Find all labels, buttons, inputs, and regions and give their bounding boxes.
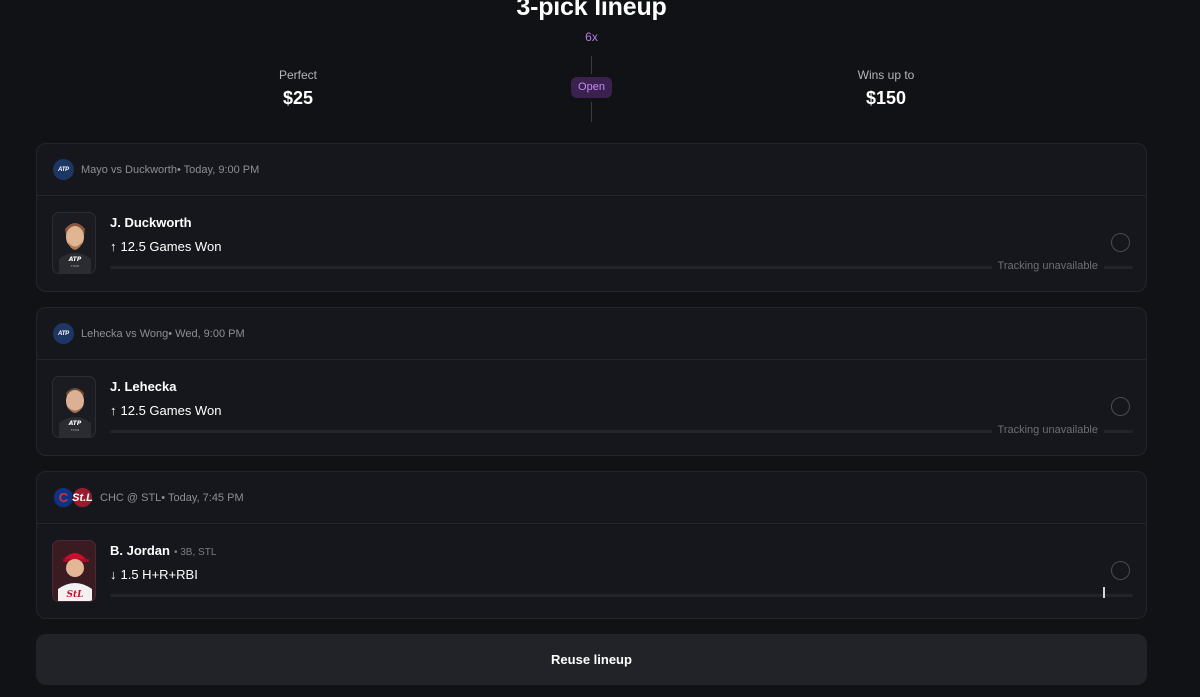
divider-bottom [591, 102, 592, 122]
atp-logo-icon: ATP [53, 323, 74, 344]
avatar: ATP TOUR [52, 212, 96, 274]
pick-line: ↓ 1.5 H+R+RBI [110, 567, 198, 582]
lineup-header: 3-pick lineup 6x Open Perfect $25 Wins u… [0, 0, 1200, 130]
svg-text:ATP: ATP [68, 420, 82, 427]
pick-line: ↑ 12.5 Games Won [110, 403, 221, 418]
pick-radio[interactable] [1111, 233, 1130, 252]
pick-radio[interactable] [1111, 397, 1130, 416]
player-name-text: B. Jordan [110, 543, 170, 558]
cardinals-logo-icon: St.L [72, 487, 93, 508]
perfect-value: $25 [282, 88, 314, 108]
match-info: CHC @ STL• Today, 7:45 PM [100, 491, 244, 504]
arrow-up-icon: ↑ [110, 239, 117, 254]
player-name-text: J. Duckworth [110, 215, 192, 230]
pick-card[interactable]: C St.L CHC @ STL• Today, 7:45 PM StL B. … [36, 471, 1147, 619]
player-position-team: • 3B, STL [173, 547, 217, 558]
cubs-logo-icon: C [53, 487, 74, 508]
player-name: B. Jordan • 3B, STL [110, 543, 216, 558]
progress-marker [1103, 587, 1105, 598]
stat-line: 12.5 Games Won [120, 403, 222, 418]
reuse-lineup-button[interactable]: Reuse lineup [36, 634, 1147, 685]
divider-top [591, 56, 592, 74]
match-header: ATP Mayo vs Duckworth• Today, 9:00 PM [37, 144, 1146, 196]
wins-value: $150 [865, 88, 907, 108]
match-header: ATP Lehecka vs Wong• Wed, 9:00 PM [37, 308, 1146, 360]
svg-text:ATP: ATP [68, 256, 82, 263]
atp-logo-icon: ATP [53, 159, 74, 180]
pick-line: ↑ 12.5 Games Won [110, 239, 221, 254]
arrow-down-icon: ↓ [110, 567, 117, 582]
player-photo-icon: ATP TOUR [59, 388, 91, 437]
player-name-text: J. Lehecka [110, 379, 177, 394]
player-name: J. Lehecka [110, 379, 177, 394]
pick-radio[interactable] [1111, 561, 1130, 580]
tracking-status: Tracking unavailable [991, 424, 1104, 436]
wins-label: Wins up to [857, 68, 915, 82]
avatar: StL [52, 540, 96, 602]
progress-track [110, 266, 1133, 269]
pick-body: ATP TOUR J. Duckworth ↑ 12.5 Games Won Tr… [37, 196, 1146, 291]
svg-text:TOUR: TOUR [70, 428, 79, 432]
player-name: J. Duckworth [110, 215, 192, 230]
pick-card[interactable]: ATP Lehecka vs Wong• Wed, 9:00 PM ATP TO… [36, 307, 1147, 456]
page-title: 3-pick lineup [516, 0, 667, 21]
stat-line: 1.5 H+R+RBI [120, 567, 198, 582]
pick-body: ATP TOUR J. Lehecka ↑ 12.5 Games Won Trac… [37, 360, 1146, 455]
player-photo-icon: StL [58, 553, 92, 601]
pick-card[interactable]: ATP Mayo vs Duckworth• Today, 9:00 PM AT… [36, 143, 1147, 292]
team-logos: C St.L [53, 487, 93, 508]
pick-body: StL B. Jordan • 3B, STL ↓ 1.5 H+R+RBI [37, 524, 1146, 619]
tracking-status: Tracking unavailable [991, 260, 1104, 272]
avatar: ATP TOUR [52, 376, 96, 438]
svg-text:StL: StL [67, 590, 84, 600]
perfect-label: Perfect [278, 68, 317, 82]
match-info: Lehecka vs Wong• Wed, 9:00 PM [81, 327, 245, 340]
progress-track [110, 594, 1133, 597]
progress-track [110, 430, 1133, 433]
stat-line: 12.5 Games Won [120, 239, 222, 254]
arrow-up-icon: ↑ [110, 403, 117, 418]
match-header: C St.L CHC @ STL• Today, 7:45 PM [37, 472, 1146, 524]
perfect-stat: Perfect $25 [238, 68, 358, 109]
player-photo-icon: ATP TOUR [59, 223, 91, 273]
match-info: Mayo vs Duckworth• Today, 9:00 PM [81, 163, 260, 176]
wins-stat: Wins up to $150 [826, 68, 946, 109]
svg-text:TOUR: TOUR [70, 264, 79, 268]
payout-multiplier: 6x [585, 30, 598, 44]
status-badge: Open [571, 77, 612, 98]
